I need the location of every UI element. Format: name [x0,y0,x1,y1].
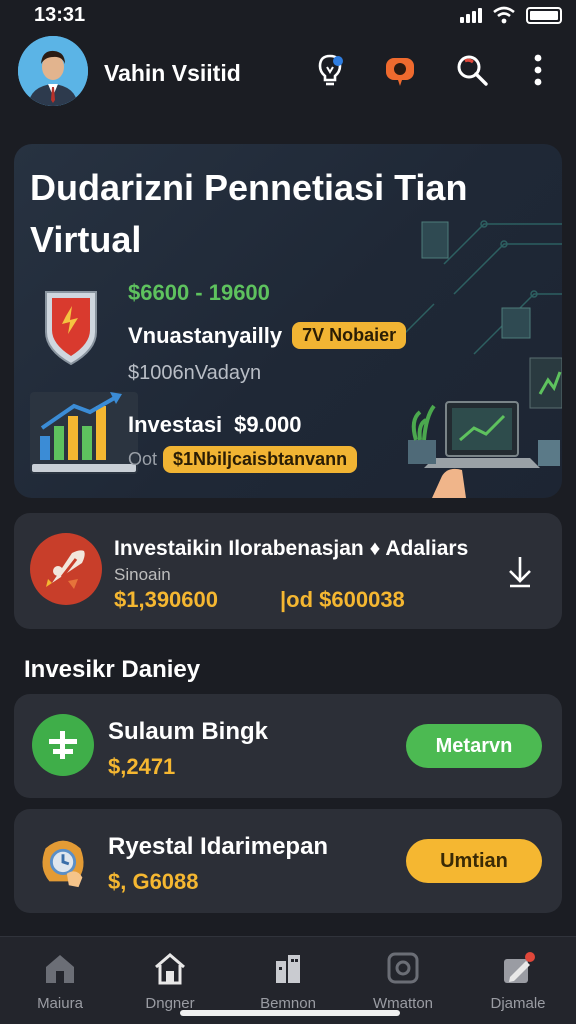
summary-title: Investaikin Ilorabenasjan ♦ Adaliars [114,537,469,560]
money-bag-icon [32,829,94,891]
status-time: 13:31 [34,4,86,26]
avatar-image [18,36,88,106]
summary-subtitle: Sinoain [114,565,171,584]
app-header: Vahin Vsiitid [0,30,576,114]
hero-row1-sub: $1006nVadayn [128,362,262,384]
item-action-button[interactable]: Metarvn [406,724,542,768]
username: Vahin Vsiitid [104,60,241,86]
hero-row1-label: Vnuastanyailly [128,322,283,348]
home-indicator[interactable] [180,1010,400,1016]
hero-row-3: Oot $1Nbiljcaisbtanvann [128,446,358,473]
status-bar: 13:31 [0,0,576,32]
nav-label: Djamale [490,995,546,1012]
avatar[interactable] [18,36,88,106]
search-icon [457,55,488,86]
nav-item-home-2[interactable]: Dngner [115,951,225,1012]
hero-row2-value: $9.000 [234,412,302,437]
nav-item-building[interactable]: Bemnon [233,951,343,1012]
wifi-icon [493,6,515,24]
investment-item[interactable]: Ryestal Idarimepan $, G6088 Umtian [14,809,562,913]
nav-label: Maiura [37,995,83,1012]
item-action-button[interactable]: Umtian [406,839,542,883]
record-button[interactable] [380,50,420,90]
nav-item-edit[interactable]: Djamale [463,951,573,1012]
square-icon [387,952,419,984]
home-icon [155,953,185,985]
nav-item-home[interactable]: Maiura [5,951,115,1012]
record-icon [386,58,414,86]
item-name: Ryestal Idarimepan [108,833,329,860]
home-icon [46,955,74,983]
more-vertical-icon [534,54,542,86]
section-title: Invesikr Daniey [24,656,201,683]
status-icons [460,6,562,24]
search-button[interactable] [452,50,492,90]
hero-range: $6600 - 19600 [128,280,270,305]
summary-amount-2: |od $600038 [280,587,405,612]
idea-button[interactable] [310,50,350,90]
edit-icon [504,952,535,983]
item-name: Sulaum Bingk [108,718,269,745]
hero-row1-badge: 7V Nobaier [292,322,407,349]
investment-summary-card[interactable]: Investaikin Ilorabenasjan ♦ Adaliars Sin… [14,513,562,629]
hero-row-2: Investasi $9.000 [128,412,301,438]
item-value: $, G6088 [108,869,199,894]
building-icon [276,955,300,983]
hero-card[interactable]: Dudarizni Pennetiasi Tian Virtual $6600 … [14,144,562,498]
signal-icon [460,7,482,23]
hero-title: Dudarizni Pennetiasi Tian Virtual [30,167,468,260]
summary-amount-1: $1,390600 [114,587,218,612]
battery-icon [526,6,562,24]
item-value: $,2471 [108,754,176,779]
download-icon[interactable] [502,553,538,589]
plus-minus-icon [32,714,94,776]
rocket-icon [30,533,102,605]
investment-item[interactable]: Sulaum Bingk $,2471 Metarvn [14,694,562,798]
hero-row2-badge: $1Nbiljcaisbtanvann [163,446,358,473]
hero-row2-label: Investasi [128,412,223,437]
more-options-button[interactable] [518,50,558,90]
hero-row-1: Vnuastanyailly 7V Nobaier [128,322,407,349]
lightbulb-icon [318,54,343,86]
nav-item-square[interactable]: Wmatton [348,951,458,1012]
hero-row2-prefix: Oot [128,449,158,469]
